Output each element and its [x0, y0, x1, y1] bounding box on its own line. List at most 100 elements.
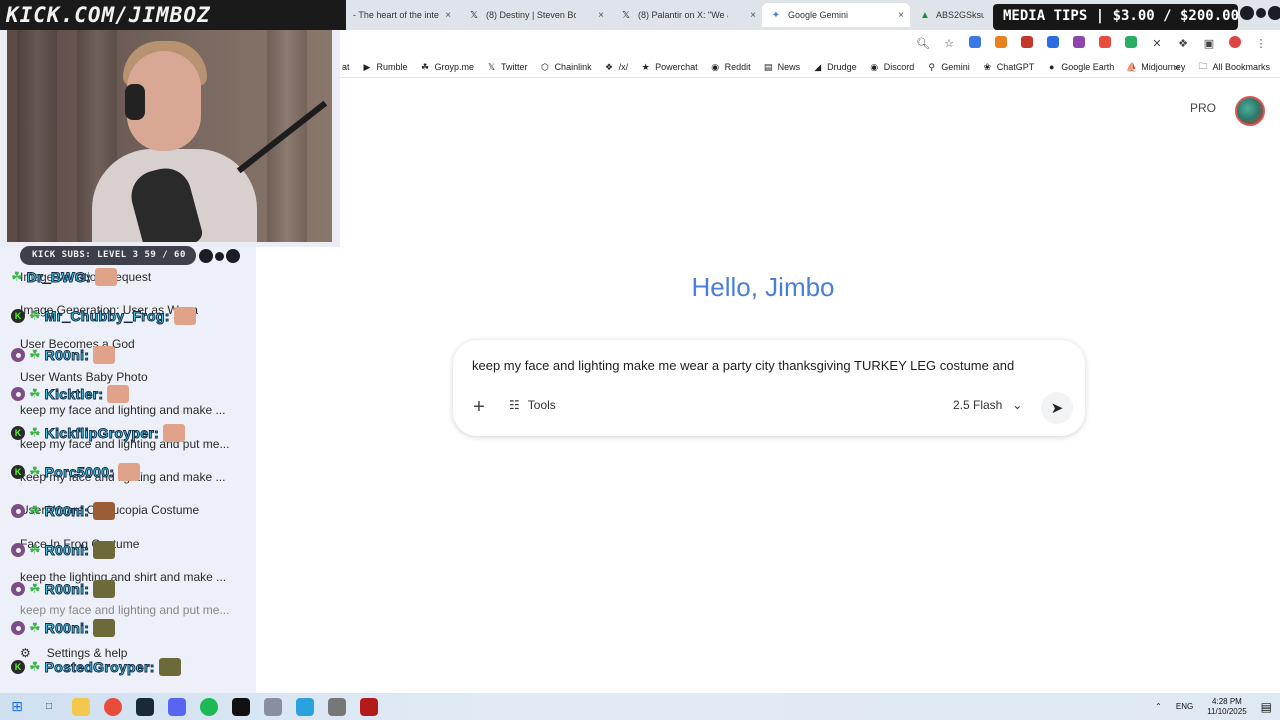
chat-message: ☘ Kicktler: — [11, 385, 130, 403]
settings-help-button[interactable]: ⚙ Settings & help — [20, 646, 127, 660]
reading-list-icon[interactable]: ▣ — [1202, 37, 1216, 50]
bookmark-star-icon[interactable]: ☆ — [942, 37, 956, 50]
tab-abs2gsksu[interactable]: ▲ ABS2GSksu... — [912, 3, 992, 27]
extension-red-icon[interactable] — [1098, 35, 1112, 51]
bookmark-item[interactable]: at — [342, 62, 350, 72]
chat-username[interactable]: R00ni: — [44, 581, 89, 598]
tab-close-icon[interactable]: × — [445, 10, 451, 21]
notifications-icon[interactable]: ▤ — [1261, 700, 1272, 714]
chat-username[interactable]: Mr_Chubby_Frog: — [44, 308, 170, 325]
app-icon[interactable] — [328, 697, 346, 716]
chat-username[interactable]: R00ni: — [44, 503, 89, 520]
extension-translate-icon[interactable] — [968, 35, 982, 51]
bookmark-item[interactable]: ⬡ Chainlink — [540, 62, 592, 73]
chevron-down-icon: ⌄ — [1012, 398, 1023, 412]
bookmark-label: Drudge — [827, 62, 857, 72]
bookmark-item[interactable]: ★ Powerchat — [640, 62, 698, 73]
prompt-input-box[interactable]: keep my face and lighting make me wear a… — [453, 340, 1085, 436]
add-attachment-button[interactable]: + — [469, 396, 489, 418]
bookmark-item[interactable]: ▤ News — [763, 62, 800, 73]
adobe-icon[interactable] — [360, 697, 378, 716]
bookmark-item[interactable]: ◉ Discord — [869, 62, 914, 73]
tab-close-icon[interactable]: × — [750, 10, 756, 21]
zoom-icon[interactable]: 🔍︎ — [916, 37, 930, 50]
clover-badge-icon: ☘ — [29, 386, 41, 401]
chat-username[interactable]: KickflipGroyper: — [44, 425, 159, 442]
chat-username[interactable]: R00ni: — [44, 542, 89, 559]
send-button[interactable]: ➤ — [1041, 392, 1073, 424]
bookmark-favicon-icon: ▶ — [363, 61, 371, 72]
tab-heart-of-internet[interactable]: - The heart of the inte × — [345, 3, 457, 27]
model-label: 2.5 Flash — [953, 398, 1003, 412]
bookmark-label: Chainlink — [554, 62, 592, 72]
windows-start-icon[interactable]: ⊞ — [8, 698, 26, 716]
bookmark-item[interactable]: ⚲ Gemini — [926, 62, 969, 73]
bookmark-item[interactable]: 𝕏 Twitter — [486, 62, 528, 73]
tab-close-icon[interactable]: × — [898, 10, 904, 21]
chat-message: ☘ R00ni: — [11, 346, 116, 364]
tray-chevron-icon[interactable]: ⌃ — [1155, 702, 1162, 711]
bookmark-item[interactable]: ❖ /x/ — [604, 62, 629, 73]
avatar[interactable] — [1235, 96, 1265, 126]
spotify-icon[interactable] — [200, 697, 218, 716]
taskbar-apps: ⊞ □ — [8, 693, 378, 720]
telegram-icon[interactable] — [296, 697, 314, 716]
pro-badge[interactable]: PRO — [1190, 101, 1216, 115]
bookmarks-overflow-icon[interactable]: » — [1174, 62, 1179, 72]
extension-calendar-icon[interactable] — [1020, 35, 1034, 51]
chat-username[interactable]: Kicktler: — [44, 386, 103, 403]
chrome-profile-icon[interactable] — [1228, 35, 1242, 51]
chat-emote-icon — [93, 502, 116, 520]
bookmark-item[interactable]: ❀ ChatGPT — [982, 62, 1034, 73]
bookmark-item[interactable]: ☘ Groyp.me — [420, 62, 474, 73]
chat-username[interactable]: R00ni: — [44, 620, 89, 637]
chat-username[interactable]: PostedGroyper: — [44, 659, 155, 676]
discord-icon[interactable] — [168, 697, 186, 716]
toolbar-icons: 🔍︎ ☆ ✕ ❖ ▣ ⋮ — [916, 32, 1280, 54]
history-item[interactable]: User Wants Baby Photo — [20, 370, 148, 384]
tab-label: ABS2GSksu... — [936, 10, 984, 20]
chrome-icon[interactable] — [104, 697, 122, 716]
extension-metamask-icon[interactable] — [994, 35, 1008, 51]
chat-username[interactable]: Dr_BWG: — [26, 269, 91, 286]
tab-palantir[interactable]: 𝕏 (8) Palantir on X: "We are runn × — [612, 3, 762, 27]
extension-x-icon[interactable]: ✕ — [1150, 37, 1164, 50]
bookmark-item[interactable]: ◢ Drudge — [812, 62, 857, 73]
bookmark-label: /x/ — [618, 62, 629, 72]
chat-username[interactable]: Porc5000: — [44, 464, 114, 481]
folder-icon: 🗀︎ — [1198, 61, 1208, 71]
extension-refresh-icon[interactable] — [1046, 35, 1060, 51]
menu-kebab-icon[interactable]: ⋮ — [1254, 37, 1268, 50]
app-icon[interactable] — [264, 697, 282, 716]
extension-green-icon[interactable] — [1124, 35, 1138, 51]
chat-message: ☘ Dr_BWG: — [11, 268, 117, 286]
extensions-puzzle-icon[interactable]: ❖ — [1176, 37, 1190, 50]
tab-close-icon[interactable]: × — [598, 10, 604, 21]
bookmark-item[interactable]: ● Google Earth — [1046, 62, 1114, 72]
clover-badge-icon: ☘ — [29, 620, 41, 635]
bookmark-item[interactable]: ◉ Reddit — [710, 62, 750, 73]
steam-icon[interactable] — [136, 697, 154, 716]
history-item[interactable]: keep my face and lighting and make ... — [20, 403, 225, 417]
tab-google-gemini[interactable]: ✦ Google Gemini × — [762, 3, 910, 27]
webcam-feed — [7, 29, 332, 242]
model-selector[interactable]: 2.5 Flash ⌄ — [953, 398, 1022, 412]
extension-purple-icon[interactable] — [1072, 35, 1086, 51]
chat-username[interactable]: R00ni: — [44, 347, 89, 364]
clover-badge-icon: ☘ — [29, 659, 41, 674]
tools-button[interactable]: ☷ Tools — [509, 398, 556, 412]
task-view-icon[interactable]: □ — [40, 698, 58, 716]
file-explorer-icon[interactable] — [72, 697, 90, 716]
bookmark-item[interactable]: ▶ Rumble — [362, 62, 408, 73]
prompt-input[interactable]: keep my face and lighting make me wear a… — [472, 358, 1072, 373]
tab-label: - The heart of the inte — [353, 10, 439, 20]
kick-badge-icon: K — [11, 426, 25, 440]
clock[interactable]: 4:28 PM 11/10/2025 — [1207, 697, 1246, 717]
tab-destiny[interactable]: 𝕏 (8) Destiny | Steven Bonnell II × — [460, 3, 610, 27]
obs-icon[interactable] — [232, 697, 250, 716]
clover-badge-icon: ☘ — [29, 581, 41, 596]
all-bookmarks-button[interactable]: 🗀︎ All Bookmarks — [1197, 59, 1270, 75]
taskbar: ⊞ □ ⌃ ENG 4:28 PM 11/10/2025 ▤ — [0, 693, 1280, 720]
history-item[interactable]: keep my face and lighting and put me... — [20, 603, 229, 617]
language-indicator[interactable]: ENG — [1176, 702, 1193, 711]
